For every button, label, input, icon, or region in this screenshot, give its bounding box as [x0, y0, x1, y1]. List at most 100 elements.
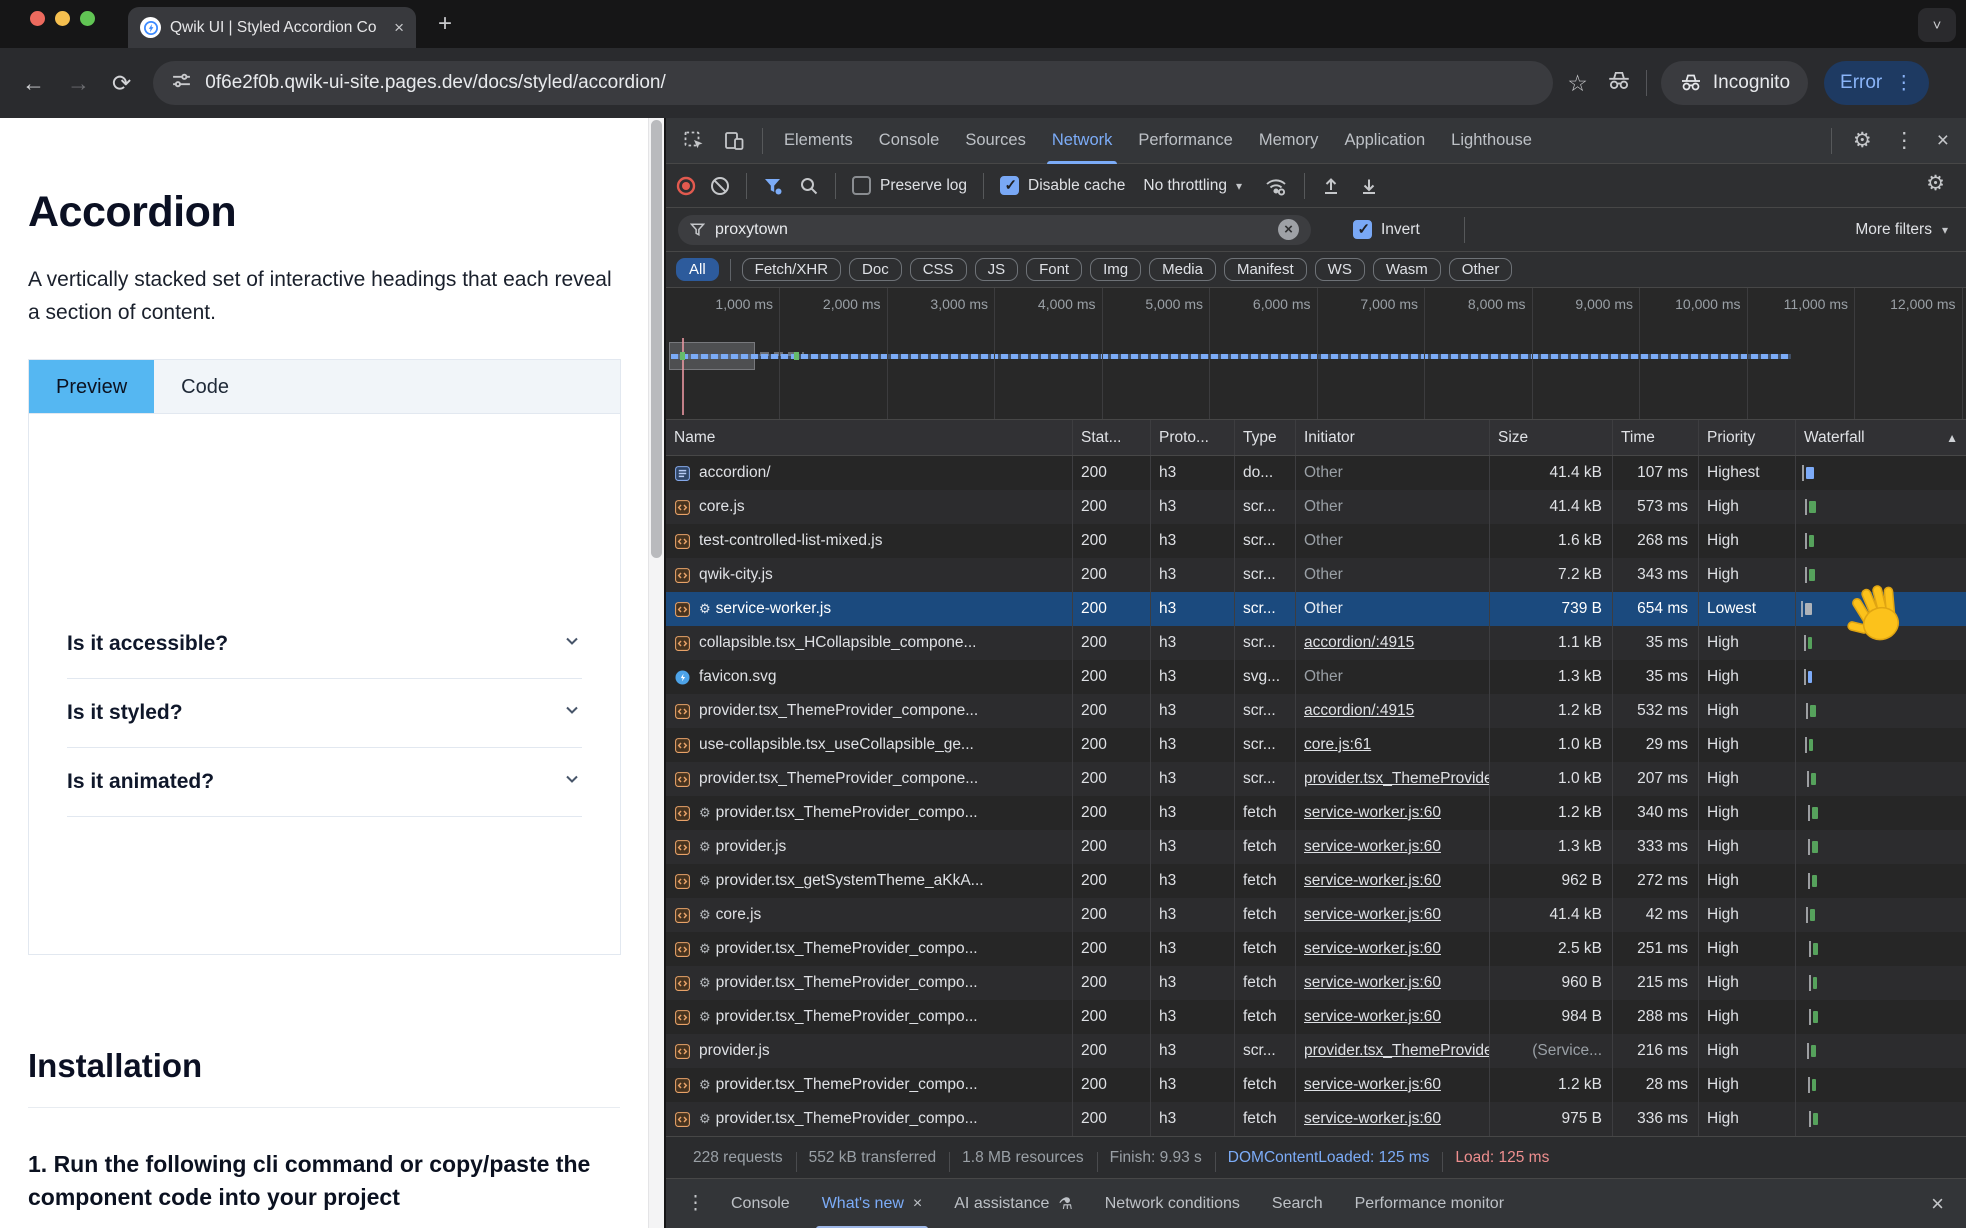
network-request-row[interactable]: test-controlled-list-mixed.js200h3scr...… [666, 524, 1966, 558]
network-request-row[interactable]: provider.tsx_ThemeProvider_compone...200… [666, 694, 1966, 728]
filter-chip-other[interactable]: Other [1449, 258, 1513, 281]
devtools-tab-sources[interactable]: Sources [952, 118, 1039, 164]
devtools-tab-application[interactable]: Application [1331, 118, 1438, 164]
network-request-row[interactable]: accordion/200h3do...Other41.4 kB107 msHi… [666, 456, 1966, 490]
import-har-icon[interactable] [1321, 176, 1341, 196]
address-bar[interactable]: 0f6e2f0b.qwik-ui-site.pages.dev/docs/sty… [153, 61, 1553, 105]
column-header-waterfall[interactable]: Waterfall▲ [1796, 420, 1966, 455]
column-header-time[interactable]: Time [1613, 420, 1699, 455]
drawer-tab-console[interactable]: Console [715, 1179, 806, 1228]
accordion-item[interactable]: Is it accessible? [67, 610, 582, 679]
drawer-tab-network-conditions[interactable]: Network conditions [1089, 1179, 1256, 1228]
column-header-priority[interactable]: Priority [1699, 420, 1796, 455]
tab-preview[interactable]: Preview [29, 360, 154, 413]
column-header-size[interactable]: Size [1490, 420, 1613, 455]
drawer-menu-icon[interactable]: ⋮ [676, 1192, 715, 1215]
filter-input[interactable]: proxytown × [678, 215, 1311, 245]
network-request-row[interactable]: ⚙provider.tsx_ThemeProvider_compo...200h… [666, 1068, 1966, 1102]
site-settings-icon[interactable] [171, 70, 192, 96]
initiator-link[interactable]: service-worker.js:60 [1304, 1110, 1441, 1128]
initiator-link[interactable]: service-worker.js:60 [1304, 1076, 1441, 1094]
filter-chip-ws[interactable]: WS [1315, 258, 1365, 281]
drawer-tab-close-icon[interactable]: × [913, 1195, 922, 1213]
devtools-close-icon[interactable]: × [1928, 129, 1958, 153]
initiator-link[interactable]: service-worker.js:60 [1304, 974, 1441, 992]
drawer-tab-what-s-new[interactable]: What's new× [806, 1179, 939, 1228]
drawer-tab-performance-monitor[interactable]: Performance monitor [1339, 1179, 1520, 1228]
invert-checkbox[interactable] [1353, 220, 1372, 239]
clear-filter-icon[interactable]: × [1278, 219, 1299, 240]
filter-chip-wasm[interactable]: Wasm [1373, 258, 1441, 281]
throttling-dropdown[interactable]: No throttling ▾ [1143, 177, 1242, 195]
page-scrollbar[interactable] [648, 118, 664, 1228]
initiator-link[interactable]: accordion/:4915 [1304, 634, 1414, 652]
tab-code[interactable]: Code [154, 360, 256, 413]
devtools-tab-elements[interactable]: Elements [771, 118, 866, 164]
devtools-tab-memory[interactable]: Memory [1246, 118, 1332, 164]
initiator-link[interactable]: service-worker.js:60 [1304, 940, 1441, 958]
devtools-tab-lighthouse[interactable]: Lighthouse [1438, 118, 1545, 164]
back-button[interactable]: ← [22, 70, 45, 97]
devtools-tab-console[interactable]: Console [866, 118, 953, 164]
traffic-light-close[interactable] [30, 11, 45, 26]
preserve-log-checkbox[interactable] [852, 176, 871, 195]
column-header-type[interactable]: Type [1235, 420, 1296, 455]
record-button[interactable] [676, 176, 696, 196]
devtools-tab-performance[interactable]: Performance [1125, 118, 1245, 164]
traffic-light-zoom[interactable] [80, 11, 95, 26]
network-request-row[interactable]: use-collapsible.tsx_useCollapsible_ge...… [666, 728, 1966, 762]
network-request-row[interactable]: ⚙provider.tsx_ThemeProvider_compo...200h… [666, 796, 1966, 830]
more-filters-dropdown[interactable]: More filters ▾ [1855, 221, 1948, 239]
export-har-icon[interactable] [1359, 176, 1379, 196]
drawer-tab-search[interactable]: Search [1256, 1179, 1339, 1228]
filter-chip-font[interactable]: Font [1026, 258, 1082, 281]
clear-button[interactable] [710, 176, 730, 196]
tab-search-button[interactable]: ˅ [1918, 8, 1956, 42]
filter-chip-media[interactable]: Media [1149, 258, 1216, 281]
inspect-element-icon[interactable] [683, 130, 705, 152]
filter-chip-doc[interactable]: Doc [849, 258, 902, 281]
column-header-initiator[interactable]: Initiator [1296, 420, 1490, 455]
filter-chip-js[interactable]: JS [975, 258, 1019, 281]
error-menu-button[interactable]: Error ⋮ [1824, 61, 1929, 105]
network-settings-icon[interactable]: ⚙ [1917, 171, 1954, 196]
column-header-proto[interactable]: Proto... [1151, 420, 1235, 455]
network-request-row[interactable]: qwik-city.js200h3scr...Other7.2 kB343 ms… [666, 558, 1966, 592]
network-request-row[interactable]: ⚙provider.tsx_getSystemTheme_aKkA...200h… [666, 864, 1966, 898]
column-header-stat[interactable]: Stat... [1073, 420, 1151, 455]
network-request-row[interactable]: ⚙provider.tsx_ThemeProvider_compo...200h… [666, 966, 1966, 1000]
network-request-row[interactable]: core.js200h3scr...Other41.4 kB573 msHigh [666, 490, 1966, 524]
network-conditions-icon[interactable] [1264, 175, 1288, 197]
filter-chip-img[interactable]: Img [1090, 258, 1141, 281]
devtools-menu-icon[interactable]: ⋮ [1885, 128, 1924, 153]
drawer-tab-ai-assistance[interactable]: AI assistance⚗ [938, 1179, 1089, 1228]
initiator-link[interactable]: core.js:61 [1304, 736, 1371, 754]
network-request-row[interactable]: collapsible.tsx_HCollapsible_compone...2… [666, 626, 1966, 660]
network-request-row[interactable]: ⚙provider.tsx_ThemeProvider_compo...200h… [666, 932, 1966, 966]
initiator-link[interactable]: service-worker.js:60 [1304, 906, 1441, 924]
forward-button[interactable]: → [67, 70, 90, 97]
bookmark-star-icon[interactable]: ☆ [1567, 70, 1588, 97]
disable-cache-toggle[interactable]: Disable cache [1000, 176, 1125, 195]
network-request-row[interactable]: ⚙service-worker.js200h3scr...Other739 B6… [666, 592, 1966, 626]
initiator-link[interactable]: provider.tsx_ThemeProvider... [1304, 770, 1490, 788]
network-overview-timeline[interactable]: 1,000 ms2,000 ms3,000 ms4,000 ms5,000 ms… [666, 288, 1966, 420]
network-request-row[interactable]: provider.tsx_ThemeProvider_compone...200… [666, 762, 1966, 796]
reload-button[interactable]: ⟳ [112, 70, 131, 97]
browser-tab[interactable]: Qwik UI | Styled Accordion Co × [128, 7, 416, 48]
accordion-item[interactable]: Is it styled? [67, 679, 582, 748]
accordion-item[interactable]: Is it animated? [67, 748, 582, 817]
invert-filter-toggle[interactable]: Invert [1353, 220, 1420, 239]
network-request-row[interactable]: ⚙provider.js200h3fetchservice-worker.js:… [666, 830, 1966, 864]
column-header-name[interactable]: Name [666, 420, 1073, 455]
filter-chip-manifest[interactable]: Manifest [1224, 258, 1307, 281]
traffic-light-minimize[interactable] [55, 11, 70, 26]
initiator-link[interactable]: accordion/:4915 [1304, 702, 1414, 720]
initiator-link[interactable]: service-worker.js:60 [1304, 804, 1441, 822]
filter-chip-all[interactable]: All [676, 258, 719, 281]
filter-toggle-icon[interactable] [763, 176, 783, 196]
initiator-link[interactable]: service-worker.js:60 [1304, 838, 1441, 856]
network-request-row[interactable]: provider.js200h3scr...provider.tsx_Theme… [666, 1034, 1966, 1068]
devtools-settings-icon[interactable]: ⚙ [1844, 128, 1881, 153]
network-request-row[interactable]: ⚙provider.tsx_ThemeProvider_compo...200h… [666, 1000, 1966, 1034]
